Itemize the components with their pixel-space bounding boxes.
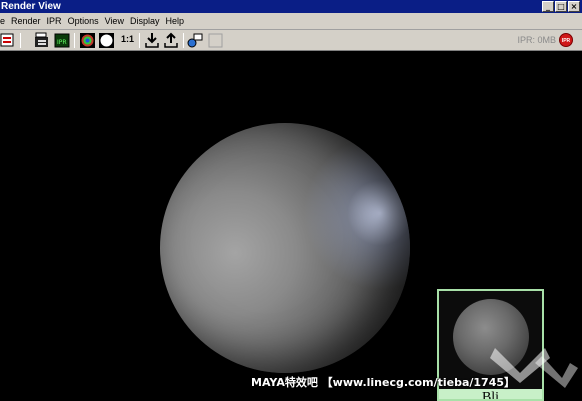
redo-render-icon[interactable] <box>0 32 17 49</box>
menubar: e Render IPR Options View Display Help <box>0 13 582 30</box>
toolbar-separator <box>20 33 21 48</box>
ipr-render-icon[interactable]: IPR <box>54 32 71 49</box>
toolbar-separator <box>183 33 184 48</box>
minimize-button[interactable]: _ <box>542 1 554 12</box>
ipr-memory-readout: IPR: 0MB <box>517 35 556 45</box>
real-size-button[interactable]: 1:1 <box>121 34 134 44</box>
maximize-button[interactable]: □ <box>555 1 567 12</box>
menu-view[interactable]: View <box>102 14 127 29</box>
menu-display[interactable]: Display <box>127 14 163 29</box>
remove-image-icon[interactable] <box>163 32 180 49</box>
menu-options[interactable]: Options <box>65 14 102 29</box>
menu-render[interactable]: Render <box>8 14 44 29</box>
toolbar-separator <box>74 33 75 48</box>
menu-file[interactable]: e <box>0 14 8 29</box>
window-controls: _ □ × <box>542 1 580 12</box>
watermark-text: MAYA特效吧 【www.linecg.com/tieba/1745】 <box>251 376 516 389</box>
ipr-status-icon: IPR <box>559 33 573 47</box>
rgb-channel-icon[interactable] <box>79 32 96 49</box>
menu-help[interactable]: Help <box>162 14 187 29</box>
render-region-icon[interactable] <box>34 32 51 49</box>
menu-ipr[interactable]: IPR <box>44 14 65 29</box>
keep-image-icon[interactable] <box>144 32 161 49</box>
blank-toggle-icon[interactable] <box>207 32 224 49</box>
rendered-sphere <box>160 123 410 373</box>
close-button[interactable]: × <box>568 1 580 12</box>
toolbar: IPR 1:1 IPR: 0MB IPR <box>0 30 582 51</box>
window-title: Render View <box>1 1 61 12</box>
watermark-logo-icon <box>490 348 578 388</box>
window-titlebar: Render View _ □ × <box>0 0 582 13</box>
snapshot-camera-icon[interactable] <box>187 32 204 49</box>
alpha-channel-icon[interactable] <box>98 32 115 49</box>
svg-text:IPR: IPR <box>57 39 67 46</box>
toolbar-separator <box>139 33 140 48</box>
